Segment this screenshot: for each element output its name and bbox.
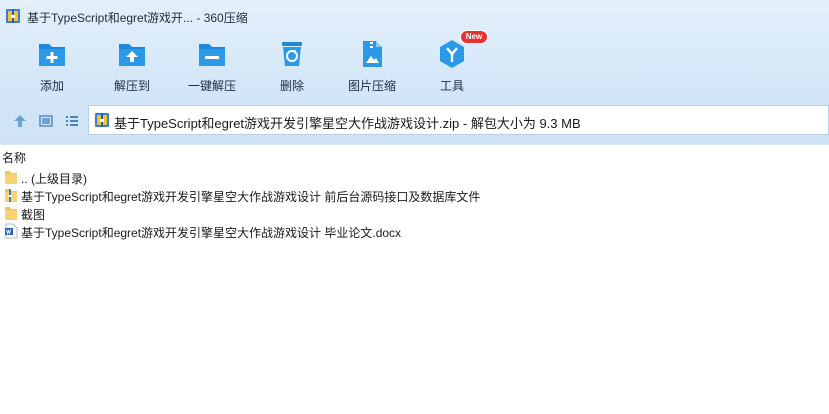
new-badge: New (460, 30, 488, 44)
tools-label: 工具 (439, 79, 464, 93)
delete-label: 删除 (279, 79, 304, 93)
list-item[interactable]: 截图 (0, 204, 829, 222)
one-click-extract-label: 一键解压 (187, 79, 236, 93)
zip-archive-icon (95, 113, 109, 127)
up-arrow-icon[interactable] (11, 112, 29, 130)
one-click-extract-icon (199, 44, 225, 66)
extract-to-button[interactable]: 解压到 (92, 34, 172, 96)
file-name: 基于TypeScript和egret游戏开发引擎星空大作战游戏设计 前后台源码接… (21, 190, 481, 204)
add-button[interactable]: 添加 (12, 34, 92, 96)
archive-path: 基于TypeScript和egret游戏开发引擎星空大作战游戏设计.zip - … (114, 116, 581, 131)
tools-button[interactable]: New 工具 (412, 30, 492, 96)
top-area: 基于TypeScript和egret游戏开... - 360压缩 添加 解压到 (0, 0, 829, 144)
one-click-extract-button[interactable]: 一键解压 (172, 34, 252, 96)
add-icon (39, 44, 65, 66)
add-label: 添加 (39, 79, 64, 93)
delete-button[interactable]: 删除 (252, 34, 332, 96)
thumbnail-view-icon[interactable] (37, 112, 55, 130)
file-name: 基于TypeScript和egret游戏开发引擎星空大作战游戏设计 毕业论文.d… (21, 226, 402, 240)
column-name-header[interactable]: 名称 (2, 149, 26, 166)
app-logo-icon (6, 9, 20, 23)
extract-to-label: 解压到 (113, 79, 150, 93)
address-bar[interactable]: 基于TypeScript和egret游戏开发引擎星空大作战游戏设计.zip - … (88, 105, 829, 135)
title-bar: 基于TypeScript和egret游戏开... - 360压缩 (0, 0, 829, 32)
folder-icon (5, 207, 17, 220)
word-document-icon (5, 223, 18, 239)
list-item[interactable]: 基于TypeScript和egret游戏开发引擎星空大作战游戏设计 前后台源码接… (0, 186, 829, 204)
delete-icon (282, 42, 302, 66)
list-item[interactable]: .. (上级目录) (0, 168, 829, 186)
column-header: 名称 (0, 144, 829, 166)
image-compress-label: 图片压缩 (347, 79, 396, 93)
folder-icon (5, 171, 17, 184)
extract-to-icon (119, 44, 145, 66)
image-compress-button[interactable]: 图片压缩 (332, 34, 412, 96)
window-title: 基于TypeScript和egret游戏开... - 360压缩 (27, 11, 248, 25)
file-name: .. (上级目录) (21, 172, 87, 186)
list-item[interactable]: 基于TypeScript和egret游戏开发引擎星空大作战游戏设计 毕业论文.d… (0, 222, 829, 240)
image-compress-icon (363, 41, 382, 67)
list-view-icon[interactable] (63, 112, 81, 130)
file-name: 截图 (21, 208, 46, 222)
zip-folder-icon (5, 189, 17, 202)
toolbar: 添加 解压到 一键解压 删除 图片压缩 New 工具 (0, 30, 829, 96)
